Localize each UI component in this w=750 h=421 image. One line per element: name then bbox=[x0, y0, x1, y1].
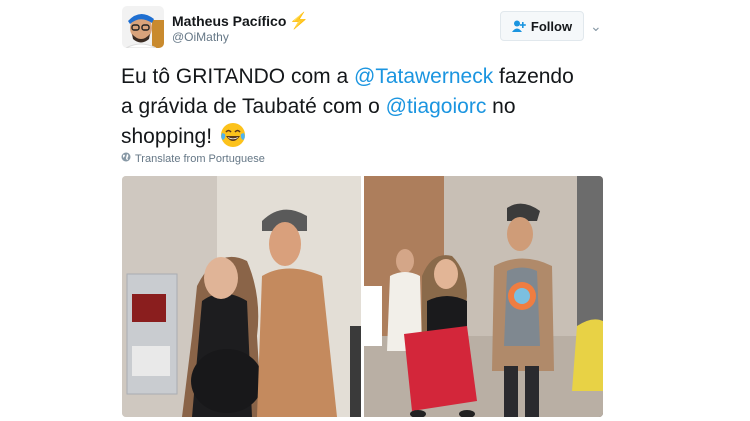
author-name[interactable]: Matheus Pacífico ⚡ bbox=[172, 11, 309, 31]
translate-link[interactable]: Translate from Portuguese bbox=[121, 152, 265, 165]
follow-label: Follow bbox=[530, 18, 573, 34]
translate-label: Translate from Portuguese bbox=[135, 152, 265, 165]
mention-link-tatawerneck[interactable]: @Tatawerneck bbox=[354, 65, 493, 88]
mention-link-tiagoiorc[interactable]: @tiagoiorc bbox=[386, 95, 487, 118]
lightning-bolt-icon: ⚡ bbox=[289, 13, 310, 30]
chevron-down-icon[interactable]: ⌄ bbox=[590, 18, 602, 35]
face-with-tears-of-joy-icon bbox=[220, 122, 246, 148]
tweet: Matheus Pacífico ⚡ @OiMathy Follow ⌄ Eu t… bbox=[0, 0, 750, 421]
globe-icon bbox=[121, 152, 131, 165]
author-handle[interactable]: @OiMathy bbox=[172, 30, 229, 44]
follow-button[interactable]: Follow bbox=[500, 11, 584, 41]
author-name-text: Matheus Pacífico bbox=[172, 13, 287, 29]
avatar[interactable] bbox=[122, 6, 164, 48]
add-user-icon bbox=[511, 20, 526, 32]
tweet-text: Eu tô GRITANDO com a @Tatawerneck fazend… bbox=[121, 62, 591, 152]
tweet-text-segment: Eu tô GRITANDO com a bbox=[121, 65, 354, 88]
tweet-photo[interactable] bbox=[122, 176, 603, 417]
